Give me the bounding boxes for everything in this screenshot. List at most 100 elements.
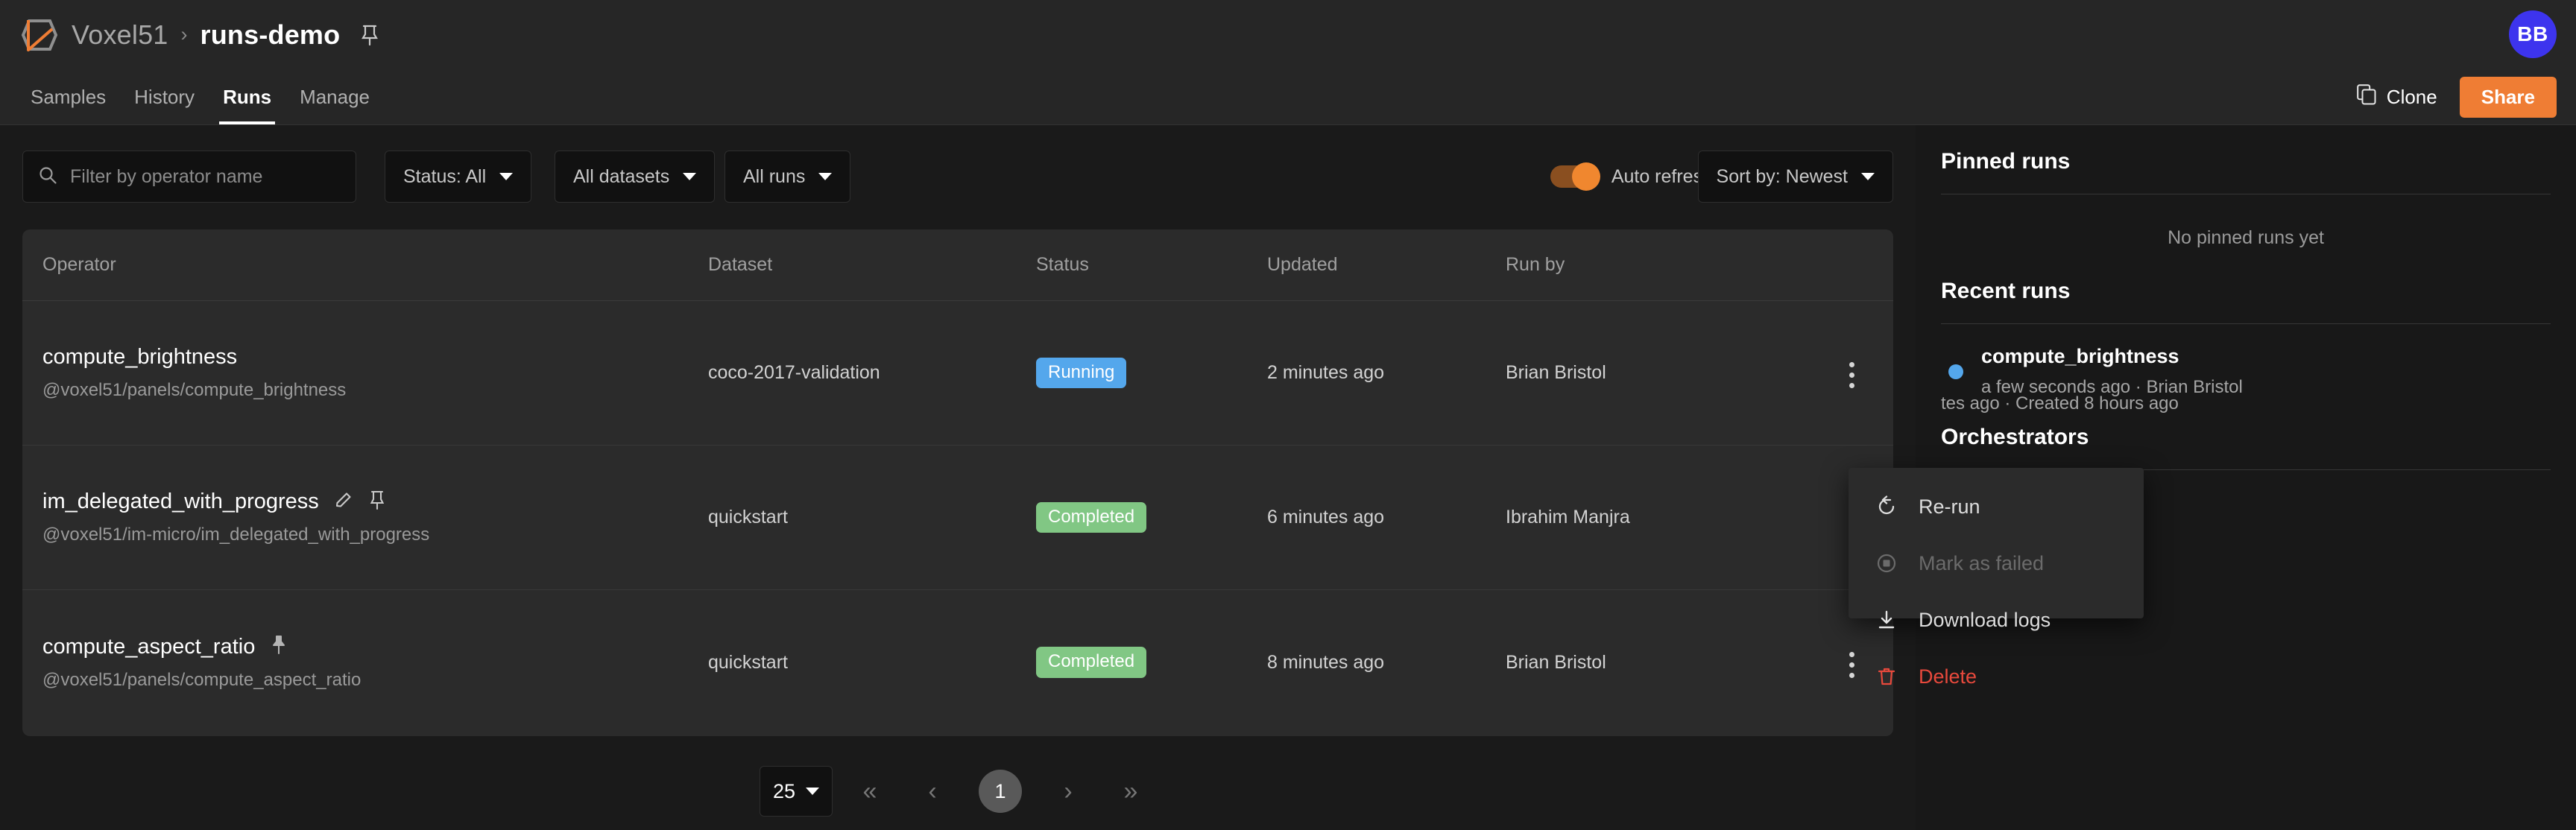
cell-run-by: Brian Bristol — [1506, 362, 1606, 383]
chevron-down-icon — [1861, 173, 1875, 180]
share-button[interactable]: Share — [2459, 76, 2557, 118]
runs-page: Voxel51 › runs-demo BB Samples History R… — [0, 0, 2576, 830]
runs-table: Operator Dataset Status Updated Run by c… — [22, 229, 1893, 736]
row-menu-button[interactable] — [1849, 362, 1854, 388]
tab-manage[interactable]: Manage — [285, 69, 384, 124]
status-badge: Completed — [1036, 647, 1147, 678]
cell-status: Completed — [1036, 501, 1267, 533]
menu-item-mark-as-failed-label: Mark as failed — [1919, 551, 2045, 574]
cell-operator: im_delegated_with_progress @voxel51/im-m… — [22, 490, 708, 545]
prev-page-button[interactable]: ‹ — [907, 766, 958, 817]
datasets-filter[interactable]: All datasets — [555, 151, 716, 203]
chevron-down-icon — [818, 173, 833, 180]
table-row[interactable]: im_delegated_with_progress @voxel51/im-m… — [22, 446, 1893, 590]
cell-dataset: quickstart — [708, 651, 788, 673]
column-header-dataset: Dataset — [708, 254, 773, 275]
main-panel: Status: All All datasets All runs Auto r… — [0, 125, 1916, 830]
operator-name: im_delegated_with_progress — [42, 490, 319, 513]
table-row[interactable]: compute_brightness @voxel51/panels/compu… — [22, 301, 1893, 446]
cell-operator: compute_aspect_ratio @voxel51/panels/com… — [22, 635, 708, 691]
status-filter-label: Status: All — [403, 165, 487, 187]
column-header-operator: Operator — [42, 254, 116, 275]
edit-icon[interactable] — [334, 490, 353, 513]
table-header-row: Operator Dataset Status Updated Run by — [22, 229, 1893, 301]
cell-updated: 8 minutes ago — [1267, 651, 1385, 673]
breadcrumb: Voxel51 › runs-demo — [72, 19, 379, 51]
recent-run-item[interactable]: compute_brightness a few seconds ago · B… — [1941, 324, 2551, 398]
status-badge: Completed — [1036, 501, 1147, 533]
menu-item-download-logs-label: Download logs — [1919, 608, 2051, 631]
page-number-1[interactable]: 1 — [979, 770, 1022, 813]
pinned-runs-title: Pinned runs — [1941, 149, 2071, 174]
search-box[interactable] — [22, 151, 356, 203]
menu-item-delete-label: Delete — [1919, 665, 1977, 688]
chevron-down-icon — [683, 173, 697, 180]
menu-item-delete[interactable]: Delete — [1849, 648, 2144, 705]
rows-per-page-select[interactable]: 25 — [760, 766, 833, 817]
runs-filter[interactable]: All runs — [724, 151, 851, 203]
cell-dataset: quickstart — [708, 507, 788, 528]
chevron-down-icon — [499, 173, 514, 180]
cell-status: Running — [1036, 357, 1267, 389]
tab-samples[interactable]: Samples — [16, 69, 120, 124]
top-bar: Voxel51 › runs-demo BB — [0, 0, 2576, 69]
cell-operator: compute_brightness @voxel51/panels/compu… — [22, 345, 708, 401]
pin-icon[interactable] — [360, 24, 379, 46]
column-header-status: Status — [1036, 254, 1089, 275]
sort-by-label: Sort by: Newest — [1716, 165, 1848, 187]
table-row[interactable]: compute_aspect_ratio @voxel51/panels/com… — [22, 590, 1893, 735]
tab-runs[interactable]: Runs — [209, 69, 285, 124]
recent-runs-title: Recent runs — [1941, 279, 2071, 303]
tab-bar: Samples History Runs Manage Clone Share — [0, 69, 2576, 125]
last-page-button[interactable]: » — [1105, 766, 1156, 817]
pin-icon[interactable] — [270, 635, 288, 659]
operator-path: @voxel51/panels/compute_aspect_ratio — [42, 669, 362, 690]
menu-item-rerun[interactable]: Re-run — [1849, 478, 2144, 535]
menu-item-mark-as-failed[interactable]: Mark as failed — [1849, 535, 2144, 592]
datasets-filter-label: All datasets — [573, 165, 670, 187]
tab-history[interactable]: History — [120, 69, 209, 124]
cell-run-by: Ibrahim Manjra — [1506, 507, 1630, 528]
nav-tabs: Samples History Runs Manage — [16, 69, 384, 124]
pagination: 25 « ‹ 1 › » — [0, 766, 1916, 817]
chevron-down-icon — [806, 788, 820, 795]
download-icon — [1874, 609, 1899, 631]
rows-per-page-value: 25 — [772, 779, 796, 802]
first-page-button[interactable]: « — [845, 766, 895, 817]
breadcrumb-org[interactable]: Voxel51 — [72, 19, 168, 51]
avatar[interactable]: BB — [2509, 10, 2557, 58]
runs-toolbar: Status: All All datasets All runs Auto r… — [22, 151, 1893, 203]
operator-name: compute_aspect_ratio — [42, 634, 256, 659]
clone-label: Clone — [2386, 85, 2437, 108]
row-context-menu: Re-run Mark as failed Download logs Dele… — [1849, 468, 2144, 688]
operator-path: @voxel51/panels/compute_brightness — [42, 380, 347, 400]
rerun-icon — [1874, 495, 1899, 518]
pin-icon[interactable] — [368, 490, 386, 514]
operator-path: @voxel51/im-micro/im_delegated_with_prog… — [42, 525, 430, 545]
clone-button[interactable]: Clone — [2354, 80, 2440, 115]
cell-actions — [1834, 358, 1893, 388]
sort-by-select[interactable]: Sort by: Newest — [1697, 151, 1893, 203]
search-input[interactable] — [70, 165, 341, 188]
runs-filter-label: All runs — [743, 165, 806, 187]
copy-icon — [2356, 83, 2376, 110]
cell-dataset: coco-2017-validation — [708, 362, 880, 383]
pinned-runs-empty: No pinned runs yet — [2168, 227, 2324, 248]
orchestrator-meta: tes ago · Created 8 hours ago — [1941, 393, 2179, 414]
cell-updated: 6 minutes ago — [1267, 507, 1385, 528]
tab-bar-actions: Clone Share — [2354, 69, 2557, 124]
menu-item-download-logs[interactable]: Download logs — [1849, 592, 2144, 648]
voxel51-logo-icon[interactable] — [16, 12, 63, 58]
auto-refresh-toggle[interactable]: Auto refresh — [1550, 151, 1713, 203]
recent-run-name: compute_brightness — [1981, 345, 2179, 367]
page-title: runs-demo — [200, 19, 341, 50]
status-badge: Running — [1036, 357, 1127, 389]
status-filter[interactable]: Status: All — [385, 151, 532, 203]
toggle-knob — [1571, 162, 1600, 191]
stop-icon — [1874, 552, 1899, 574]
cell-status: Completed — [1036, 647, 1267, 678]
search-icon — [38, 165, 57, 189]
next-page-button[interactable]: › — [1043, 766, 1093, 817]
column-header-updated: Updated — [1267, 254, 1338, 275]
toggle-switch[interactable] — [1550, 162, 1600, 191]
